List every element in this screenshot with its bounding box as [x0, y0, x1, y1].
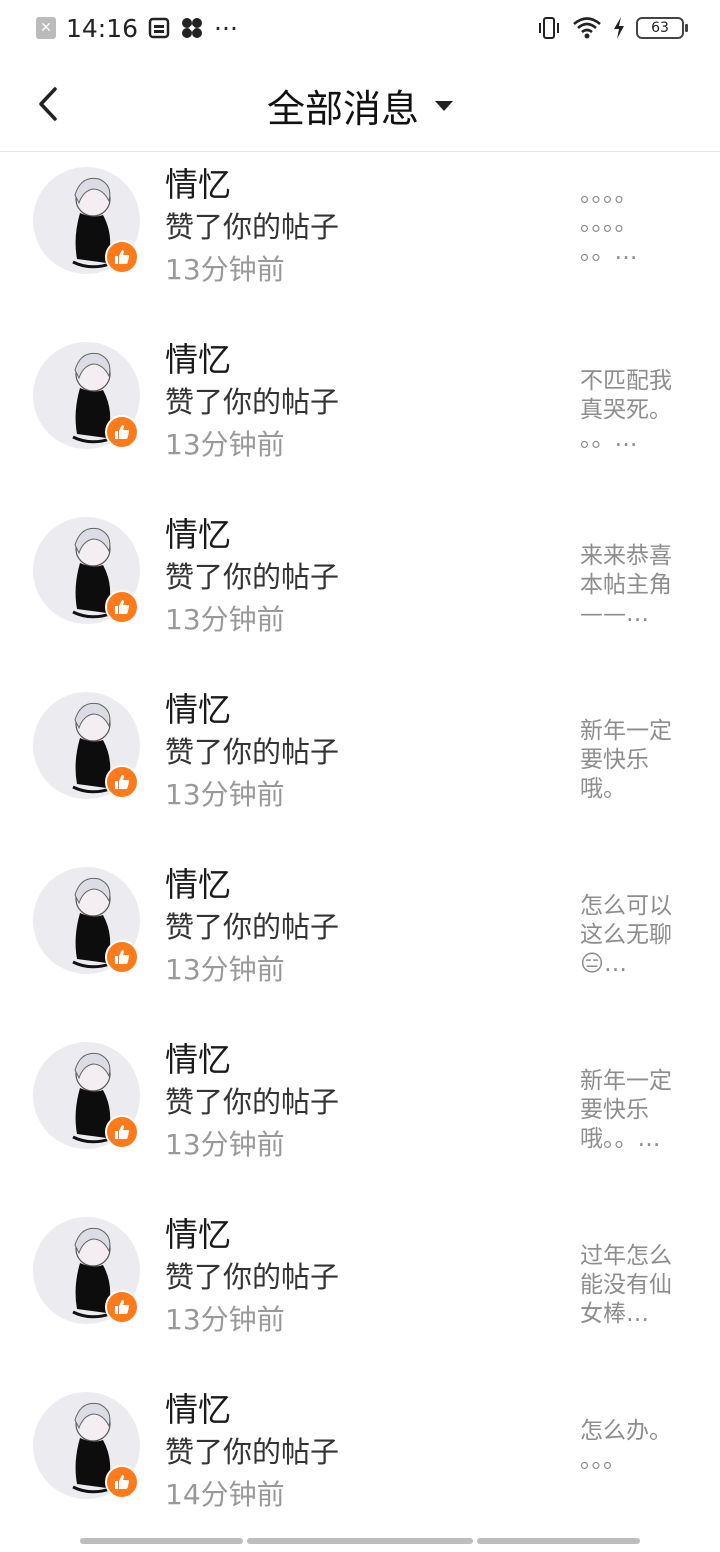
battery-icon: 63: [636, 17, 688, 39]
scroll-indicator: [247, 1538, 473, 1544]
message-item[interactable]: 情忆 赞了你的帖子 13分钟前 。。。。 。。。。 。。…: [0, 152, 720, 327]
timestamp: 13分钟前: [165, 1303, 285, 1336]
thumbs-up-icon: [115, 600, 130, 614]
wifi-icon: [573, 17, 601, 39]
post-preview[interactable]: 怎么办。 。。。: [580, 1417, 690, 1475]
action-text: 赞了你的帖子: [165, 560, 340, 594]
action-text: 赞了你的帖子: [165, 1260, 340, 1294]
fan-icon: [182, 18, 203, 38]
thumbs-up-icon: [115, 250, 130, 264]
action-text: 赞了你的帖子: [165, 385, 340, 419]
like-badge: [105, 415, 139, 449]
like-badge: [105, 590, 139, 624]
action-text: 赞了你的帖子: [165, 210, 340, 244]
message-item[interactable]: 情忆 赞了你的帖子 13分钟前 不匹配我 真哭死。 。。…: [0, 327, 720, 502]
thumbs-up-icon: [115, 1125, 130, 1139]
charging-icon: [614, 17, 624, 39]
like-badge: [105, 1115, 139, 1149]
sender-name: 情忆: [165, 865, 231, 904]
timestamp: 13分钟前: [165, 778, 285, 811]
post-preview[interactable]: 怎么可以 这么无聊 😑…: [580, 892, 690, 979]
like-badge: [105, 240, 139, 274]
timestamp: 13分钟前: [165, 1128, 285, 1161]
post-preview[interactable]: 。。。。 。。。。 。。…: [580, 180, 690, 267]
page-title: 全部消息: [266, 87, 419, 131]
thumbs-up-icon: [115, 775, 130, 789]
message-item[interactable]: 情忆 赞了你的帖子 13分钟前 新年一定 要快乐 哦。: [0, 677, 720, 852]
post-preview[interactable]: 来来恭喜 本帖主角 ——…: [580, 542, 690, 629]
thumbs-up-icon: [115, 425, 130, 439]
thumbs-up-icon: [115, 1300, 130, 1314]
scroll-indicator: [80, 1538, 243, 1544]
post-preview[interactable]: 新年一定 要快乐 哦。: [580, 717, 690, 804]
message-item[interactable]: 情忆 赞了你的帖子 13分钟前 怎么可以 这么无聊 😑…: [0, 852, 720, 1027]
thumbs-up-icon: [115, 950, 130, 964]
action-text: 赞了你的帖子: [165, 910, 340, 944]
sim-card-icon: [148, 17, 170, 39]
scroll-indicator: [477, 1538, 640, 1544]
message-item[interactable]: 情忆 赞了你的帖子 13分钟前 新年一定 要快乐 哦。。…: [0, 1027, 720, 1202]
message-filter-dropdown[interactable]: 全部消息: [267, 78, 453, 133]
sender-name: 情忆: [165, 165, 231, 204]
timestamp: 13分钟前: [165, 428, 285, 461]
header: 全部消息: [0, 56, 720, 152]
post-preview[interactable]: 不匹配我 真哭死。 。。…: [580, 367, 690, 454]
like-badge: [105, 1290, 139, 1324]
sender-name: 情忆: [165, 1040, 231, 1079]
like-badge: [105, 765, 139, 799]
vibrate-icon: [539, 17, 559, 39]
message-list: 情忆 赞了你的帖子 13分钟前 。。。。 。。。。 。。… 情忆 赞了你的帖子 …: [0, 152, 720, 1552]
like-badge: [105, 940, 139, 974]
notification-x-icon: ✕: [36, 17, 56, 39]
timestamp: 13分钟前: [165, 953, 285, 986]
action-text: 赞了你的帖子: [165, 735, 340, 769]
sender-name: 情忆: [165, 690, 231, 729]
caret-down-icon: [435, 100, 453, 111]
status-time: 14:16: [66, 13, 139, 43]
action-text: 赞了你的帖子: [165, 1435, 340, 1469]
message-item[interactable]: 情忆 赞了你的帖子 13分钟前 过年怎么 能没有仙 女棒…: [0, 1202, 720, 1377]
post-preview[interactable]: 过年怎么 能没有仙 女棒…: [580, 1242, 690, 1329]
status-bar: ✕ 14:16 ··· 63: [0, 0, 720, 56]
message-item[interactable]: 情忆 赞了你的帖子 13分钟前 来来恭喜 本帖主角 ——…: [0, 502, 720, 677]
timestamp: 13分钟前: [165, 253, 285, 286]
like-badge: [105, 1465, 139, 1499]
sender-name: 情忆: [165, 515, 231, 554]
action-text: 赞了你的帖子: [165, 1085, 340, 1119]
thumbs-up-icon: [115, 1475, 130, 1489]
post-preview[interactable]: 新年一定 要快乐 哦。。…: [580, 1067, 690, 1154]
sender-name: 情忆: [165, 1215, 231, 1254]
timestamp: 13分钟前: [165, 603, 285, 636]
sender-name: 情忆: [165, 340, 231, 379]
sender-name: 情忆: [165, 1390, 231, 1429]
message-item[interactable]: 情忆 赞了你的帖子 14分钟前 怎么办。 。。。: [0, 1377, 720, 1552]
timestamp: 14分钟前: [165, 1478, 285, 1511]
more-status-icon: ···: [214, 13, 238, 43]
